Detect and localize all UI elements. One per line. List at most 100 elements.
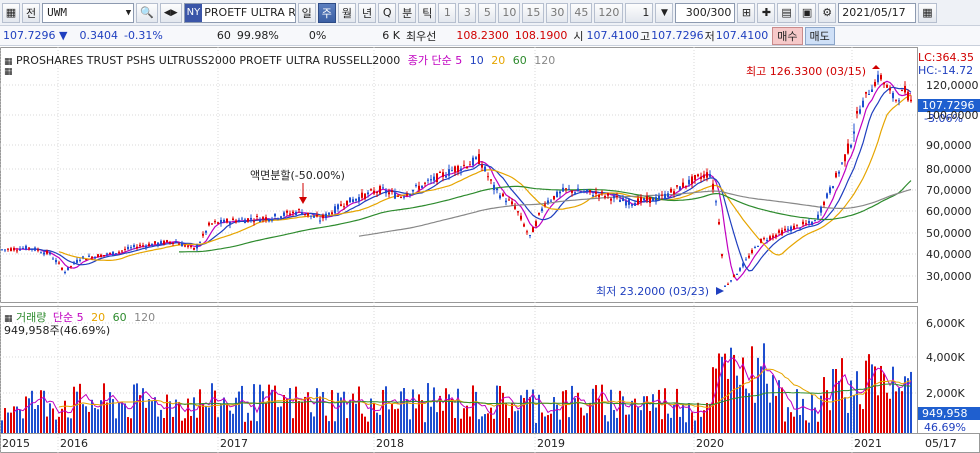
indicator-icon[interactable]: ✚ (757, 2, 776, 23)
volume-bar (544, 416, 546, 433)
prev-symbol-icon[interactable]: ◀▶ (159, 2, 182, 23)
interval-120[interactable]: 120 (594, 2, 624, 23)
grid-icon[interactable]: ▦ (2, 2, 20, 23)
chart-type-icon[interactable]: ▤ (777, 2, 796, 23)
volume-bar (850, 380, 852, 433)
candle-body (283, 212, 285, 216)
interval-30[interactable]: 30 (546, 2, 569, 23)
unit-input[interactable]: 1 (625, 2, 654, 23)
search-icon[interactable]: 🔍 (136, 2, 158, 23)
volume-bar (208, 407, 210, 433)
volume-tick-label: 6,000K (926, 317, 965, 330)
gear-icon[interactable]: ⚙ (818, 2, 837, 23)
lc-label: LC:364.35 (918, 51, 975, 64)
candle-body (442, 172, 444, 177)
volume-bar (766, 383, 768, 433)
candle-body (460, 168, 462, 171)
tab-tick[interactable]: 틱 (418, 2, 437, 23)
candle-body (97, 254, 99, 258)
tab-quarter[interactable]: Q (378, 2, 397, 23)
market-select-button[interactable]: 전 (22, 2, 41, 23)
crosshair-icon[interactable]: ⊞ (737, 2, 756, 23)
candle-body (523, 224, 525, 227)
candle-body (538, 212, 540, 215)
date-input[interactable]: 2021/05/17 (838, 2, 917, 23)
candle-body (91, 256, 93, 259)
chart-area[interactable]: 최고 126.3300 (03/15) 최저 23.2000 (03/23) 액면분… (0, 47, 980, 453)
volume-bar (181, 420, 183, 433)
volume-bar (118, 402, 120, 433)
candle-body (106, 253, 108, 255)
symbol-code-input[interactable]: UWM ▼ (42, 2, 135, 23)
candle-body (163, 240, 165, 245)
calendar-icon[interactable]: ▦ (918, 2, 937, 23)
volume-bar (862, 409, 864, 433)
candle-body (28, 247, 30, 249)
tab-day[interactable]: 일 (297, 2, 316, 23)
candle-body (31, 249, 33, 251)
candle-body (793, 225, 795, 230)
interval-3[interactable]: 3 (458, 2, 477, 23)
interval-45[interactable]: 45 (570, 2, 593, 23)
tab-minute[interactable]: 분 (398, 2, 417, 23)
candle-body (139, 244, 141, 247)
tab-year[interactable]: 년 (358, 2, 377, 23)
volume-bar (334, 421, 336, 433)
volume-bar (364, 416, 366, 433)
candle-body (289, 213, 291, 215)
quote-volume: 6 K (382, 29, 401, 42)
chart-canvas[interactable]: 최고 126.3300 (03/15) 최저 23.2000 (03/23) 액면분… (0, 47, 980, 453)
candle-body (439, 171, 441, 173)
candle-body (253, 221, 255, 223)
tab-week[interactable]: 주 (317, 2, 336, 23)
volume-bar (460, 418, 462, 433)
volume-bar (145, 407, 147, 433)
candle-body (589, 190, 591, 193)
settings-small-icon[interactable]: ▦ (4, 57, 13, 67)
candle-body (88, 255, 90, 257)
interval-10[interactable]: 10 (498, 2, 521, 23)
volume-bar (808, 422, 810, 433)
interval-5[interactable]: 5 (478, 2, 497, 23)
candle-body (868, 93, 870, 95)
volume-bar (196, 417, 198, 433)
volume-bar (877, 395, 879, 433)
candle-body (577, 188, 579, 192)
candle-body (709, 174, 711, 177)
candle-body (334, 206, 336, 214)
candle-body (829, 187, 831, 194)
price-tick-label: 60,0000 (926, 205, 972, 218)
candle-body (727, 283, 729, 285)
candle-body (520, 215, 522, 220)
ma-120: 120 (534, 54, 556, 67)
chevron-down-icon[interactable]: ▼ (126, 8, 131, 18)
candle-body (637, 198, 639, 205)
candle-body (367, 192, 369, 195)
volume-bar (190, 415, 192, 433)
candle-body (19, 248, 21, 251)
volume-bar (739, 384, 741, 433)
volume-bar (331, 390, 333, 433)
buy-button[interactable]: 매수 (772, 26, 803, 45)
candle-body (754, 247, 756, 249)
interval-1[interactable]: 1 (438, 2, 457, 23)
sell-button[interactable]: 매도 (804, 26, 835, 45)
unit-spinner-icon[interactable]: ▼ (655, 2, 674, 23)
max-price-annotation: 최고 126.3300 (03/15) (746, 65, 866, 78)
indicator-icon-row[interactable]: ▦ (4, 67, 13, 77)
bar-count-input[interactable]: 300/300 (675, 2, 736, 23)
volume-bar (127, 417, 129, 433)
save-icon[interactable]: ▣ (797, 2, 817, 23)
tab-month[interactable]: 월 (337, 2, 357, 23)
candle-body (820, 206, 822, 213)
candle-body (406, 194, 408, 196)
candle-body (904, 85, 906, 93)
volume-bar (844, 397, 846, 433)
quote-value-3: 0% (308, 29, 327, 42)
volume-bar (175, 399, 177, 433)
candle-body (79, 259, 81, 261)
candle-body (826, 193, 828, 198)
candle-body (784, 228, 786, 231)
candle-body (52, 258, 54, 260)
interval-15[interactable]: 15 (522, 2, 545, 23)
